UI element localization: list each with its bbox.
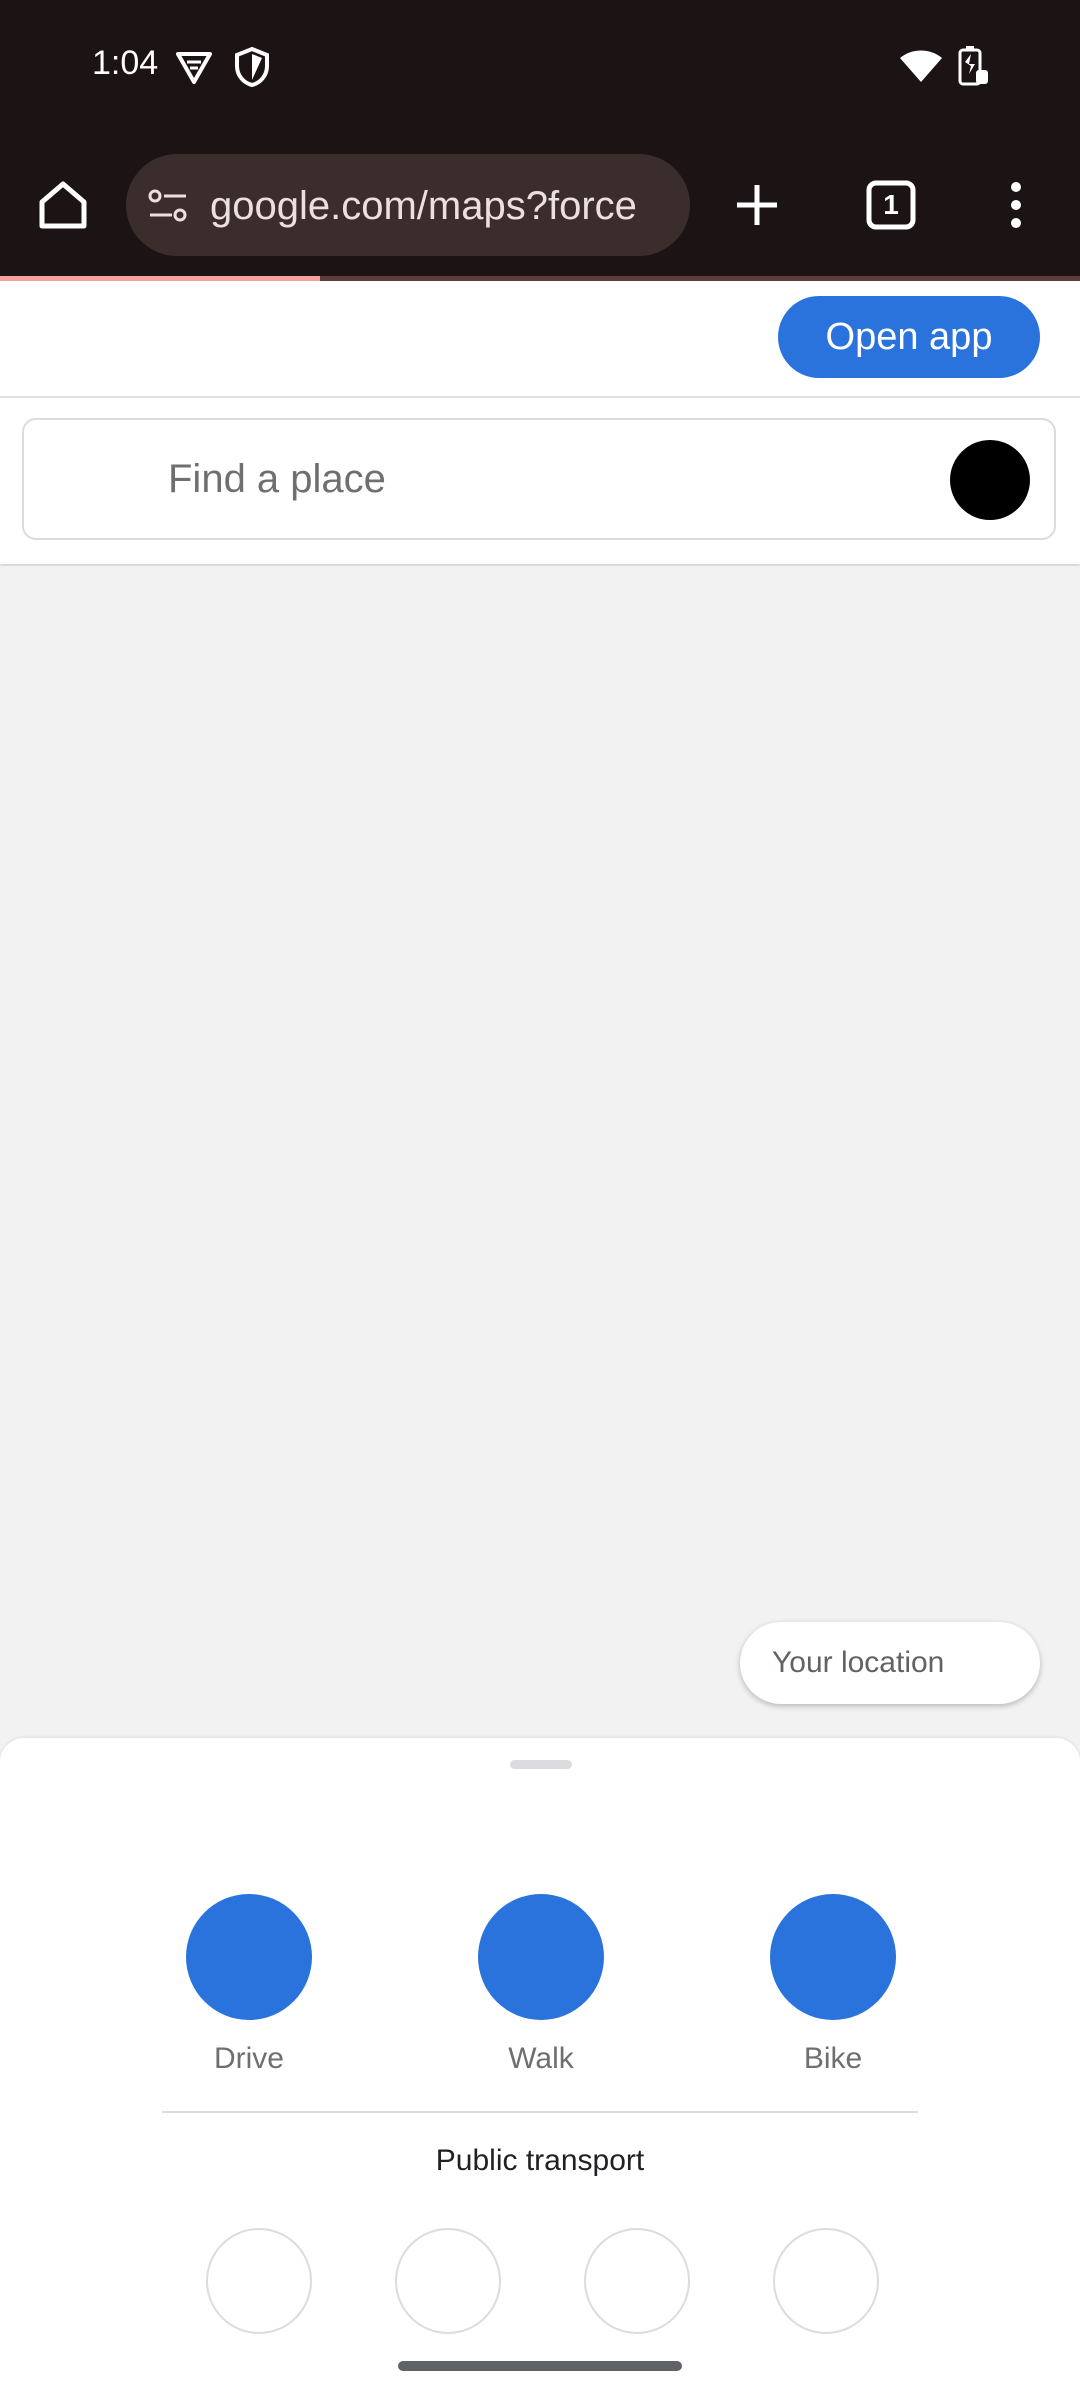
your-location-button[interactable]: Your location — [740, 1622, 1040, 1704]
wifi-icon — [898, 48, 944, 84]
gesture-nav-bar[interactable] — [398, 2361, 682, 2371]
shield-icon — [234, 46, 270, 88]
site-settings-icon[interactable] — [146, 186, 190, 226]
sheet-divider — [162, 2111, 918, 2113]
status-time: 1:04 — [92, 44, 159, 82]
tab-switcher-icon[interactable]: 1 — [866, 180, 916, 230]
new-tab-icon[interactable] — [732, 180, 782, 230]
bike-button[interactable] — [770, 1894, 896, 2020]
bike-label: Bike — [803, 2042, 863, 2075]
drive-button[interactable] — [186, 1894, 312, 2020]
drive-label: Drive — [213, 2042, 284, 2075]
more-menu-icon[interactable] — [1004, 180, 1028, 230]
vpn-key-icon — [174, 48, 214, 88]
transit-option[interactable] — [773, 2228, 879, 2334]
search-placeholder: Find a place — [168, 457, 386, 501]
open-app-button[interactable]: Open app — [778, 296, 1040, 378]
walk-button[interactable] — [478, 1894, 604, 2020]
profile-avatar[interactable] — [950, 440, 1030, 520]
transit-option[interactable] — [206, 2228, 312, 2334]
public-transport-title: Public transport — [435, 2144, 645, 2177]
transit-option[interactable] — [395, 2228, 501, 2334]
sheet-drag-handle[interactable] — [510, 1760, 572, 1769]
map-canvas[interactable] — [0, 566, 1080, 1738]
walk-label: Walk — [508, 2042, 574, 2075]
transit-option[interactable] — [584, 2228, 690, 2334]
home-icon[interactable] — [36, 178, 90, 232]
tab-count: 1 — [883, 189, 899, 220]
url-text[interactable]: google.com/maps?force — [210, 178, 670, 234]
battery-icon — [956, 44, 990, 88]
